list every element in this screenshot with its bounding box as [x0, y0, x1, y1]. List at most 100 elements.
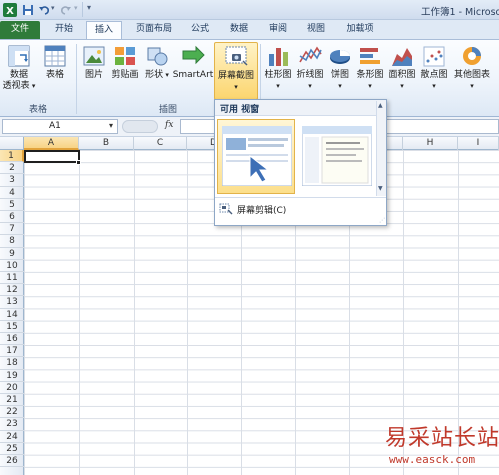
row-header[interactable]: 21	[0, 394, 24, 407]
row-header[interactable]: 11	[0, 272, 24, 285]
tab-review-label: 审阅	[268, 24, 287, 34]
tab-data[interactable]: 数据	[222, 21, 256, 39]
scatter-chart-dropdown-icon: ▾	[432, 82, 436, 90]
tab-review[interactable]: 审阅	[262, 21, 294, 39]
tab-home[interactable]: 开始	[44, 21, 84, 39]
scroll-up-icon[interactable]: ▲	[378, 102, 383, 109]
column-chart-label: 柱形图	[264, 70, 292, 80]
ribbon-tab-bar: 文件 开始 插入 页面布局 公式 数据 审阅 视图 加载项	[0, 20, 499, 40]
column-header-a[interactable]: A	[24, 137, 79, 150]
excel-logo-icon[interactable]: X	[3, 3, 17, 17]
row-header[interactable]: 25	[0, 443, 24, 455]
row-header[interactable]: 12	[0, 284, 24, 297]
tab-file-label: 文件	[10, 24, 29, 34]
row-header[interactable]: 10	[0, 260, 24, 272]
shapes-icon	[147, 47, 168, 66]
tab-insert[interactable]: 插入	[86, 21, 122, 40]
other-charts-label: 其他图表	[453, 70, 490, 80]
shapes-button[interactable]: 形状 ▾	[142, 42, 172, 98]
undo-dropdown-icon[interactable]: ▾	[51, 4, 55, 12]
pivot-table-icon	[8, 45, 30, 67]
row-header[interactable]: 4	[0, 187, 24, 199]
tab-addins-label: 加载项	[346, 24, 374, 34]
row-header[interactable]: 19	[0, 370, 24, 382]
save-icon[interactable]	[22, 4, 34, 16]
undo-icon[interactable]	[38, 4, 50, 16]
column-chart-button[interactable]: 柱形图 ▾	[262, 42, 294, 98]
row-header[interactable]: 2	[0, 162, 24, 175]
formula-bar-expander[interactable]	[122, 120, 158, 133]
window-thumbnail-2[interactable]	[298, 119, 374, 194]
area-chart-dropdown-icon: ▾	[400, 82, 404, 90]
bar-chart-button[interactable]: 条形图 ▾	[354, 42, 386, 98]
window-thumbnail-1[interactable]	[217, 119, 295, 194]
active-cell-a1[interactable]	[24, 150, 80, 163]
scatter-chart-button[interactable]: 散点图 ▾	[418, 42, 450, 98]
name-box-dropdown-icon[interactable]: ▾	[109, 121, 113, 130]
shapes-dropdown-icon: ▾	[163, 71, 169, 79]
screen-clipping-item[interactable]: 屏幕剪辑(C)	[217, 201, 375, 217]
smartart-button[interactable]: SmartArt	[172, 42, 214, 98]
pivot-table-button[interactable]: 数据 透视表 ▾	[2, 42, 36, 98]
picture-button[interactable]: 图片	[80, 42, 108, 98]
row-header[interactable]: 17	[0, 345, 24, 358]
screenshot-button[interactable]: 屏幕截图 ▾	[214, 42, 258, 100]
other-charts-button[interactable]: 其他图表 ▾	[450, 42, 494, 98]
area-chart-icon	[392, 48, 412, 66]
clipart-button[interactable]: 剪贴画	[108, 42, 142, 98]
row-header[interactable]: 14	[0, 309, 24, 321]
select-all-corner[interactable]	[0, 137, 24, 150]
pivot-table-label-2: 透视表	[2, 81, 30, 91]
line-chart-label: 折线图	[296, 70, 324, 80]
watermark-url: www.easck.com	[389, 453, 476, 466]
row-header[interactable]: 26	[0, 455, 24, 468]
scroll-down-icon[interactable]: ▼	[378, 185, 383, 192]
redo-icon[interactable]	[60, 4, 72, 16]
column-header-i[interactable]: I	[458, 137, 499, 150]
clipart-label: 剪贴画	[111, 70, 139, 80]
row-header[interactable]: 6	[0, 211, 24, 224]
name-box[interactable]: A1 ▾	[2, 119, 118, 134]
tab-view[interactable]: 视图	[300, 21, 332, 39]
row-header[interactable]: 20	[0, 382, 24, 394]
column-header-h[interactable]: H	[403, 137, 458, 150]
pivot-table-label-1: 数据	[9, 70, 28, 80]
table-icon	[44, 45, 66, 67]
tab-page-layout[interactable]: 页面布局	[128, 21, 180, 39]
picture-icon	[83, 46, 105, 66]
row-header[interactable]: 13	[0, 296, 24, 309]
row-header[interactable]: 8	[0, 235, 24, 248]
row-header[interactable]: 18	[0, 357, 24, 370]
tab-home-label: 开始	[54, 24, 73, 34]
fill-handle[interactable]	[76, 160, 81, 165]
tab-formulas[interactable]: 公式	[184, 21, 216, 39]
column-header-c[interactable]: C	[134, 137, 187, 150]
customize-qat-icon[interactable]: ▾	[87, 3, 91, 12]
tab-addins[interactable]: 加载项	[338, 21, 382, 39]
row-header[interactable]: 23	[0, 418, 24, 431]
row-header[interactable]: 22	[0, 406, 24, 419]
pie-chart-button[interactable]: 饼图 ▾	[326, 42, 354, 98]
row-header[interactable]: 9	[0, 248, 24, 260]
resize-grip-icon[interactable]: ⋰	[379, 217, 385, 224]
thumbnail-scrollbar[interactable]: ▲ ▼	[376, 101, 386, 196]
line-chart-button[interactable]: 折线图 ▾	[294, 42, 326, 98]
row-header[interactable]: 3	[0, 174, 24, 187]
area-chart-button[interactable]: 面积图 ▾	[386, 42, 418, 98]
table-button[interactable]: 表格	[38, 42, 72, 98]
menu-divider	[215, 197, 386, 198]
tab-file[interactable]: 文件	[0, 21, 40, 39]
title-bar: X ▾ ▾ ▾ 工作簿1 - Microso	[0, 0, 499, 20]
insert-function-button[interactable]: fx	[165, 120, 173, 130]
row-header[interactable]: 15	[0, 321, 24, 333]
table-label: 表格	[45, 70, 64, 80]
row-header[interactable]: 5	[0, 199, 24, 211]
row-header[interactable]: 24	[0, 431, 24, 443]
group-separator	[76, 44, 77, 114]
column-header-b[interactable]: B	[79, 137, 134, 150]
screenshot-dropdown-icon: ▾	[234, 83, 238, 91]
redo-dropdown-icon[interactable]: ▾	[74, 4, 78, 12]
row-header[interactable]: 16	[0, 333, 24, 346]
row-header[interactable]: 1	[0, 150, 24, 163]
row-header[interactable]: 7	[0, 223, 24, 236]
